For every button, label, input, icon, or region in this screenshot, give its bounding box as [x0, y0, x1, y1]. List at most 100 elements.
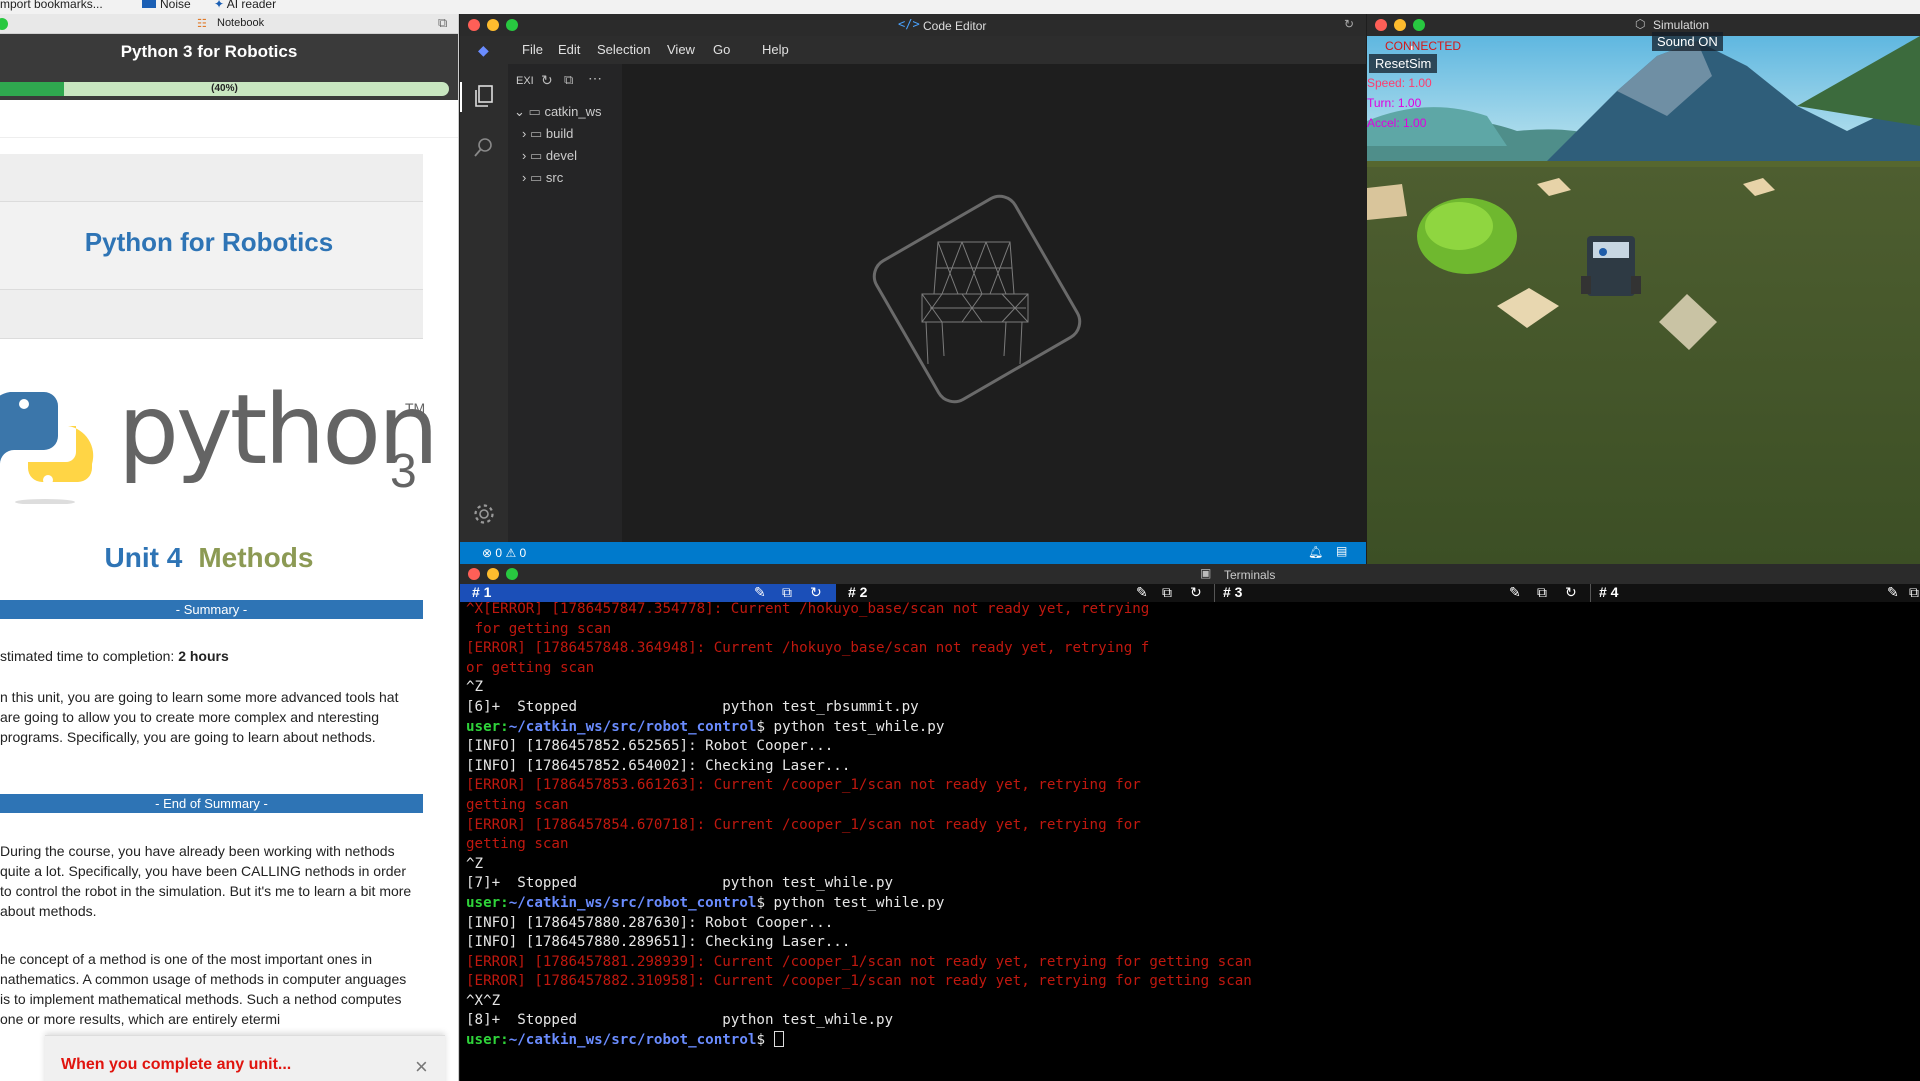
- tree-item-devel[interactable]: › ▭ devel: [522, 148, 577, 164]
- terminal-icon: ▣: [1200, 566, 1212, 580]
- popout-icon[interactable]: ⧉: [1162, 584, 1172, 601]
- terminal-line: or getting scan: [466, 659, 595, 676]
- chevron-right-icon: ›: [522, 148, 527, 163]
- menu-selection[interactable]: Selection: [597, 42, 650, 57]
- warning-icon: ⚠: [505, 546, 517, 560]
- tree-item-build[interactable]: › ▭ build: [522, 126, 573, 142]
- terminal-line: ^X[ERROR] [1786457847.354778]: Current /…: [466, 601, 1150, 617]
- bookmark-noise[interactable]: Noise: [142, 0, 191, 11]
- edit-icon[interactable]: ✎: [1136, 584, 1148, 601]
- notebook-titlebar: ☷ Notebook ⧉: [0, 14, 458, 34]
- time-value: 2 hours: [178, 648, 229, 664]
- prompt-symbol: $: [756, 1032, 765, 1049]
- tree-item-src[interactable]: › ▭ src: [522, 170, 563, 186]
- code-editor-window: </> Code Editor ↻ ◆ File Edit Selection …: [460, 14, 1366, 564]
- tree-item-catkin-ws[interactable]: ⌄ ▭ catkin_ws: [514, 104, 602, 120]
- terminal-line: user:~/catkin_ws/src/robot_control$ pyth…: [466, 894, 1916, 914]
- menu-file[interactable]: File: [522, 42, 543, 57]
- activity-bar: [460, 64, 508, 542]
- more-actions-icon[interactable]: ⋯: [588, 70, 602, 87]
- close-dot-icon[interactable]: [468, 568, 480, 580]
- popout-icon[interactable]: ⧉: [782, 584, 792, 601]
- terminal-line: user:~/catkin_ws/src/robot_control$: [466, 1031, 1916, 1051]
- page-title: Python for Robotics: [84, 227, 334, 257]
- maximize-dot-icon[interactable]: [1413, 19, 1425, 31]
- maximize-dot-icon[interactable]: [506, 19, 518, 31]
- window-dot-icon[interactable]: [0, 18, 8, 30]
- restart-icon[interactable]: ↻: [1565, 584, 1577, 601]
- title-band-bottom: [0, 290, 423, 339]
- explorer-icon[interactable]: [473, 84, 495, 108]
- popout-icon[interactable]: ⧉: [438, 15, 447, 31]
- folder-icon: ▭: [529, 148, 543, 163]
- edit-icon[interactable]: ✎: [1887, 584, 1899, 601]
- problems-status[interactable]: ⊗ 0 ⚠ 0: [482, 546, 526, 560]
- unit-name: Methods: [198, 542, 314, 573]
- terminal-line: [ERROR] [1786457848.364948]: Current /ho…: [466, 640, 1150, 657]
- tree-item-label: src: [545, 170, 564, 185]
- refresh-icon[interactable]: ↻: [541, 72, 553, 89]
- python-version: 3: [390, 445, 417, 498]
- python-wordmark: python: [118, 374, 439, 486]
- unit-toast[interactable]: When you complete any unit... ×: [45, 1035, 445, 1081]
- search-icon[interactable]: [473, 136, 495, 158]
- connection-status: CONNECTED: [1385, 39, 1462, 53]
- menu-edit[interactable]: Edit: [558, 42, 580, 57]
- layout-icon[interactable]: ▤: [1336, 544, 1347, 558]
- time-estimate: stimated time to completion: 2 hours: [0, 646, 420, 666]
- close-dot-icon[interactable]: [1375, 19, 1387, 31]
- terminal-cursor: [773, 1031, 784, 1048]
- minimize-dot-icon[interactable]: [487, 19, 499, 31]
- edit-icon[interactable]: ✎: [754, 584, 766, 601]
- restart-icon[interactable]: ↻: [810, 584, 822, 601]
- warning-count: 0: [519, 546, 527, 560]
- time-label: stimated time to completion:: [0, 648, 175, 664]
- window-controls: [468, 19, 525, 34]
- tree-item-label: devel: [545, 148, 577, 163]
- chevron-down-icon: ⌄: [514, 104, 525, 119]
- close-icon[interactable]: ×: [415, 1054, 428, 1080]
- simulation-viewport[interactable]: [1367, 36, 1920, 564]
- simulation-titlebar: ⬡ Simulation: [1367, 14, 1920, 36]
- restart-icon[interactable]: ↻: [1190, 584, 1202, 601]
- concept-paragraph: he concept of a method is one of the mos…: [0, 951, 407, 1027]
- bookmark-icon: [142, 0, 156, 8]
- bookmark-import[interactable]: mport bookmarks...: [0, 0, 103, 11]
- popout-icon[interactable]: ⧉: [1537, 584, 1547, 601]
- menu-help[interactable]: Help: [762, 42, 789, 57]
- terminal-line: [ERROR] [1786457854.670718]: Current /co…: [466, 816, 1141, 833]
- unit-number: Unit 4: [104, 542, 183, 573]
- gear-icon[interactable]: [472, 502, 496, 526]
- bell-icon[interactable]: 🔔︎: [1308, 545, 1323, 559]
- reset-sim-button[interactable]: ResetSim: [1369, 54, 1438, 73]
- terminal-line: user:~/catkin_ws/src/robot_control$ pyth…: [466, 718, 1916, 738]
- prompt-path: ~/catkin_ws/src/robot_control: [508, 1032, 757, 1049]
- reload-icon[interactable]: ↻: [1344, 17, 1354, 31]
- terminal-line: ^X^Z: [466, 992, 501, 1009]
- accel-readout: Accel: 1.00: [1367, 116, 1427, 130]
- notebook-panel: ☷ Notebook ⧉ Python 3 for Robotics (40%)…: [0, 14, 459, 1081]
- terminal-line: [INFO] [1786457852.654002]: Checking Las…: [466, 757, 851, 774]
- tab-label: # 1: [472, 584, 492, 600]
- error-count: 0: [495, 546, 503, 560]
- editor-window-title: Code Editor: [923, 19, 987, 33]
- terminal-output[interactable]: ^X[ERROR] [1786457847.354778]: Current /…: [466, 600, 1916, 1051]
- sound-toggle-button[interactable]: Sound ON: [1652, 32, 1723, 51]
- popout-icon[interactable]: ⧉: [1909, 584, 1919, 601]
- title-band-top: [0, 154, 423, 202]
- collapse-all-icon[interactable]: ⧉: [564, 72, 573, 88]
- minimize-dot-icon[interactable]: [1394, 19, 1406, 31]
- menu-go[interactable]: Go: [713, 42, 730, 57]
- prompt-command: python test_while.py: [764, 718, 945, 735]
- maximize-dot-icon[interactable]: [506, 568, 518, 580]
- progress-label: (40%): [211, 83, 238, 94]
- folder-icon: ▭: [529, 126, 543, 141]
- prompt-symbol: $: [756, 718, 765, 735]
- minimize-dot-icon[interactable]: [487, 568, 499, 580]
- menu-view[interactable]: View: [667, 42, 695, 57]
- bookmark-ai-reader[interactable]: ✦ AI reader: [214, 0, 276, 11]
- close-dot-icon[interactable]: [468, 19, 480, 31]
- chair-watermark-icon: [872, 194, 1082, 404]
- python-trademark: TM: [405, 400, 426, 416]
- edit-icon[interactable]: ✎: [1509, 584, 1521, 601]
